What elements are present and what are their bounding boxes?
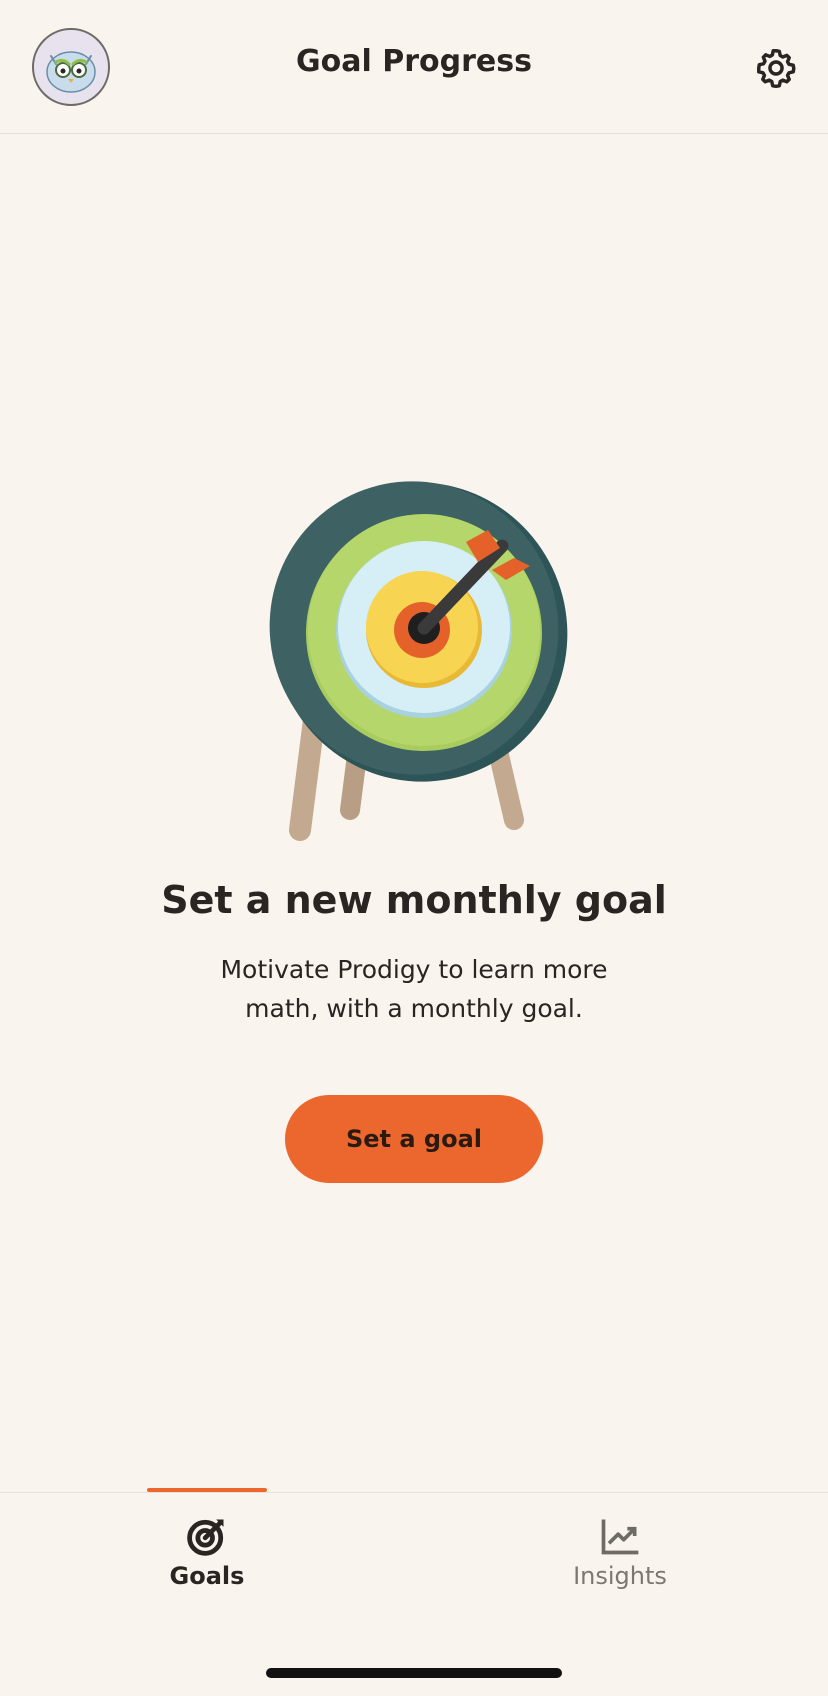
tab-insights-label: Insights bbox=[573, 1562, 667, 1590]
tab-goals[interactable]: Goals bbox=[107, 1514, 307, 1594]
gear-icon bbox=[757, 49, 796, 89]
settings-button[interactable] bbox=[754, 46, 798, 90]
tab-insights[interactable]: Insights bbox=[520, 1514, 720, 1594]
chart-trend-icon bbox=[601, 1519, 639, 1555]
top-header: Goal Progress bbox=[0, 0, 828, 134]
empty-state-subtitle: Motivate Prodigy to learn more math, wit… bbox=[220, 955, 608, 1023]
target-illustration bbox=[252, 470, 582, 850]
home-indicator bbox=[266, 1668, 562, 1678]
target-with-arrow-icon bbox=[269, 481, 568, 841]
page-title: Goal Progress bbox=[296, 44, 532, 79]
set-goal-button[interactable]: Set a goal bbox=[285, 1095, 543, 1183]
empty-state-headline: Set a new monthly goal bbox=[161, 878, 667, 922]
tab-goals-label: Goals bbox=[169, 1562, 245, 1590]
target-icon bbox=[187, 1519, 224, 1556]
